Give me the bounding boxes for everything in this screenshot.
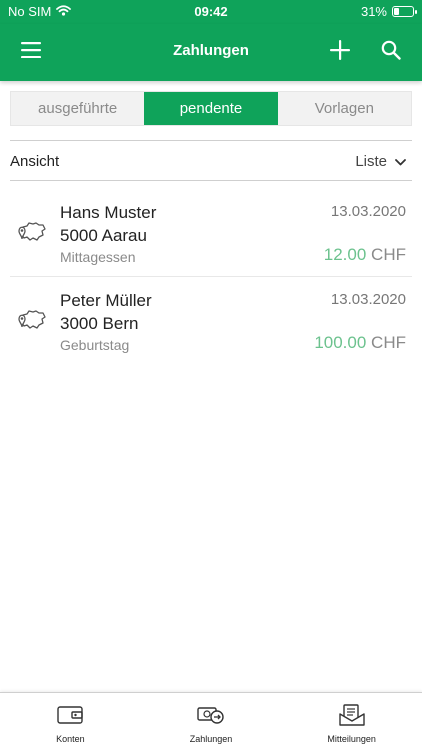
tab-vorlagen[interactable]: Vorlagen [278,92,411,125]
status-time: 09:42 [194,4,228,19]
tab-zahlungen[interactable]: Zahlungen [141,693,282,750]
tab-konten[interactable]: Konten [0,693,141,750]
status-bar: No SIM 09:42 31% [0,0,422,24]
tab-label: Mitteilungen [327,734,376,744]
payment-date: 13.03.2020 [330,203,406,220]
add-payment-button[interactable] [320,32,360,72]
tab-label: Zahlungen [189,734,233,744]
payment-note: Mittagessen [60,249,136,265]
amount-currency: CHF [371,245,406,264]
payee-city: 5000 Aarau [60,226,147,245]
top-nav-bar: Zahlungen [0,24,422,81]
amount-value: 100.00 [314,333,367,352]
search-button[interactable] [371,32,411,72]
view-mode-dropdown[interactable]: Liste [355,153,406,170]
payment-transfer-icon [197,704,225,726]
payment-date: 13.03.2020 [330,291,406,308]
tab-label: Konten [56,734,85,744]
payment-status-tabs: ausgeführte pendente Vorlagen [10,91,412,126]
battery-percent: 31% [360,4,387,19]
view-label: Ansicht [10,153,60,170]
battery-level [394,8,399,15]
search-icon [381,40,401,65]
payment-list-item[interactable]: Peter Müller 3000 Bern Geburtstag 13.03.… [10,276,412,363]
payment-list-item[interactable]: Hans Muster 5000 Aarau Mittagessen 13.03… [10,189,412,276]
tab-pendente[interactable]: pendente [144,92,278,125]
chevron-down-icon [395,153,406,170]
messages-icon [338,704,366,726]
amount-value: 12.00 [323,245,367,264]
payment-amount: 100.00 CHF [314,333,406,353]
amount-currency: CHF [371,333,406,352]
payee-name: Hans Muster [60,203,157,222]
switzerland-location-icon [16,304,48,334]
pending-payments-list: Hans Muster 5000 Aarau Mittagessen 13.03… [10,189,412,363]
bottom-tab-bar: Konten Zahlungen Mitteilungen [0,692,422,750]
payee-city: 3000 Bern [60,314,139,333]
payment-amount: 12.00 CHF [324,245,406,265]
payee-name: Peter Müller [60,291,152,310]
payment-note: Geburtstag [60,337,130,353]
battery-icon [392,6,417,17]
wallet-icon [56,704,84,726]
view-mode-value: Liste [355,153,387,170]
tab-ausgefuehrte[interactable]: ausgeführte [11,92,144,125]
status-right: 31% [360,4,417,19]
switzerland-location-icon [16,216,48,246]
plus-icon [330,39,350,65]
tab-mitteilungen[interactable]: Mitteilungen [281,693,422,750]
view-selector-row: Ansicht Liste [10,140,412,181]
